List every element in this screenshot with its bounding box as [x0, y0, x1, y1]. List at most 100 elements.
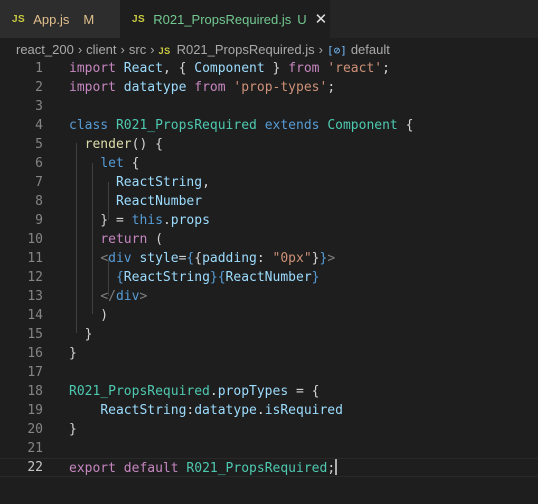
- code-editor[interactable]: 1 import React, { Component } from 'react…: [0, 59, 538, 504]
- code-token: ReactString: [123, 270, 210, 285]
- code-line[interactable]: 5 render() {: [0, 135, 538, 154]
- code-text: }: [69, 344, 77, 363]
- breadcrumb-item-client[interactable]: client: [86, 42, 116, 57]
- code-line[interactable]: 22 export default R021_PropsRequired;: [0, 458, 538, 477]
- tab-app-js[interactable]: JS App.js M: [0, 0, 120, 38]
- code-text: import datatype from 'prop-types';: [69, 78, 335, 97]
- code-token: .: [209, 384, 218, 399]
- code-text: </div>: [69, 287, 147, 306]
- code-text: class R021_PropsRequired extends Compone…: [69, 116, 413, 135]
- code-token: }: [264, 61, 289, 76]
- code-token: "0px": [272, 251, 312, 266]
- code-text: } = this.props: [69, 211, 210, 230]
- code-text: ReactNumber: [69, 192, 202, 211]
- code-token: {: [217, 270, 226, 285]
- code-line[interactable]: 21: [0, 439, 538, 458]
- chevron-right-icon: ›: [150, 41, 155, 57]
- code-token: .: [256, 403, 265, 418]
- code-token: }: [69, 346, 77, 361]
- code-token: >: [139, 289, 148, 304]
- code-token: ReactString: [100, 403, 187, 418]
- code-line[interactable]: 1 import React, { Component } from 'react…: [0, 59, 538, 78]
- code-text: render() {: [69, 135, 163, 154]
- code-token: >: [327, 251, 336, 266]
- code-token: from: [194, 80, 226, 95]
- code-text: return (: [69, 230, 163, 249]
- code-token: {: [115, 270, 124, 285]
- code-line[interactable]: 4 class R021_PropsRequired extends Compon…: [0, 116, 538, 135]
- code-line[interactable]: 20}: [0, 420, 538, 439]
- breadcrumb-file-label: R021_PropsRequired.js: [176, 41, 315, 57]
- breadcrumb: react_200 › client › src › JS R021_PropsR…: [0, 38, 538, 60]
- code-line[interactable]: 12 {ReactString}{ReactNumber}: [0, 268, 538, 287]
- breadcrumb-item-file[interactable]: JS R021_PropsRequired.js: [159, 42, 315, 57]
- code-token: Component: [194, 61, 265, 76]
- code-token: :: [256, 251, 273, 266]
- code-text: <div style={{padding: "0px"}}>: [69, 249, 335, 268]
- code-line[interactable]: 10 return (: [0, 230, 538, 249]
- line-number: 16: [27, 346, 43, 361]
- breadcrumb-item-react-200[interactable]: react_200: [16, 42, 74, 57]
- line-number: 19: [27, 403, 43, 418]
- code-line[interactable]: 18 R021_PropsRequired.propTypes = {: [0, 382, 538, 401]
- code-line[interactable]: 9 } = this.props: [0, 211, 538, 230]
- code-line[interactable]: 3: [0, 97, 538, 116]
- line-number: 17: [27, 365, 43, 380]
- text-cursor: [335, 459, 338, 475]
- code-token: ,: [202, 175, 210, 190]
- line-number: 5: [35, 137, 43, 152]
- code-token: class: [69, 118, 109, 133]
- javascript-file-icon: JS: [132, 13, 146, 25]
- code-line[interactable]: 6 let {: [0, 154, 538, 173]
- code-token: ): [69, 308, 109, 323]
- code-token: ReactString: [115, 175, 203, 190]
- close-icon[interactable]: ✕: [315, 10, 328, 28]
- code-token: (: [147, 232, 163, 247]
- code-token: }: [209, 270, 218, 285]
- code-line[interactable]: 14 ): [0, 306, 538, 325]
- tab-bar-empty-space: [330, 0, 538, 38]
- line-number: 1: [35, 61, 43, 76]
- code-line[interactable]: 2 import datatype from 'prop-types';: [0, 78, 538, 97]
- line-number: 7: [35, 175, 43, 190]
- code-token: R021_PropsRequired: [69, 384, 210, 399]
- line-number: 22: [27, 460, 43, 475]
- code-text: R021_PropsRequired.propTypes = {: [69, 382, 319, 401]
- code-token: render: [84, 137, 132, 152]
- code-line[interactable]: 7 ReactString,: [0, 173, 538, 192]
- code-line[interactable]: 11 <div style={{padding: "0px"}}>: [0, 249, 538, 268]
- code-line[interactable]: 13 </div>: [0, 287, 538, 306]
- untracked-status-badge: U: [297, 11, 307, 27]
- code-line[interactable]: 17: [0, 363, 538, 382]
- code-line[interactable]: 16}: [0, 344, 538, 363]
- code-token: ;: [327, 461, 336, 476]
- code-token: 'react': [327, 61, 383, 76]
- code-line[interactable]: 15 }: [0, 325, 538, 344]
- code-token: let: [100, 156, 124, 171]
- code-token: }: [69, 422, 77, 437]
- code-token: {: [194, 251, 203, 266]
- code-line[interactable]: 19 ReactString:datatype.isRequired: [0, 401, 538, 420]
- code-line[interactable]: 8 ReactNumber: [0, 192, 538, 211]
- breadcrumb-item-default[interactable]: [⊘] default: [327, 42, 390, 57]
- symbol-variable-icon: [⊘]: [326, 43, 347, 57]
- tab-r021-propsrequired-js[interactable]: JS R021_PropsRequired.js U ✕: [120, 0, 330, 38]
- code-token: React: [123, 61, 163, 76]
- code-token: props: [170, 213, 210, 228]
- chevron-right-icon: ›: [120, 41, 125, 57]
- breadcrumb-item-src[interactable]: src: [129, 42, 146, 57]
- javascript-file-icon: JS: [158, 45, 171, 56]
- code-token: R021_PropsRequired: [115, 118, 257, 133]
- breadcrumb-symbol-label: default: [350, 41, 390, 57]
- line-number: 14: [27, 308, 43, 323]
- line-number: 4: [35, 118, 43, 133]
- code-token: datatype: [123, 80, 187, 95]
- code-text: let {: [69, 154, 139, 173]
